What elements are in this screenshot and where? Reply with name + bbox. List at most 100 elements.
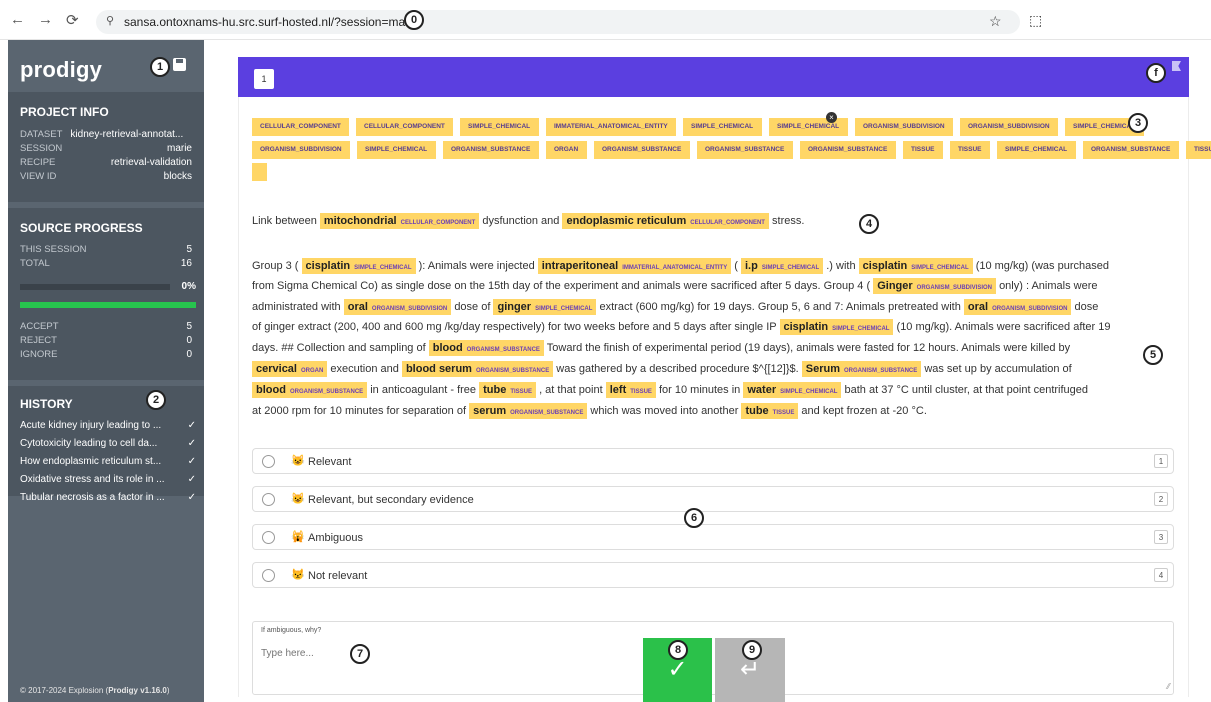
label-chip[interactable]: ORGANISM_SUBSTANCE (1083, 141, 1179, 159)
label-chip[interactable]: CELLULAR_COMPONENT (356, 118, 453, 136)
label-chip[interactable]: SIMPLE_CHEMICAL (460, 118, 539, 136)
resize-handle-icon[interactable]: ⁄⁄ (1167, 682, 1170, 691)
ambiguity-reason-box[interactable]: If ambiguous, why? ⁄⁄ (252, 621, 1174, 695)
entity-span: left TISSUE (605, 382, 656, 398)
shortcut-key: 2 (1154, 492, 1168, 506)
project-session-row: SESSION marie (20, 143, 192, 154)
project-info-title: PROJECT INFO (20, 105, 109, 119)
entity-span: oral ORGANISM_SUBDIVISION (963, 299, 1072, 315)
total-row: TOTAL 16 (20, 258, 192, 269)
choice-label: Relevant, but secondary evidence (308, 494, 474, 506)
annotation-card (238, 97, 1189, 697)
body-line: from Sigma Chemical Co) as single dose o… (252, 278, 1098, 294)
choice-ambiguous[interactable]: 🙀 Ambiguous 3 (252, 524, 1174, 550)
save-icon[interactable] (173, 58, 186, 71)
label-chip[interactable]: SIMPLE_CHEMICAL (357, 141, 436, 159)
url-text[interactable]: sansa.ontoxnams-hu.src.surf-hosted.nl/?s… (124, 15, 418, 29)
label-chip-empty[interactable] (252, 163, 267, 181)
marker-5: 5 (1143, 345, 1163, 365)
entity-span: endoplasmic reticulum CELLULAR_COMPONENT (562, 213, 769, 229)
marker-9: 9 (742, 640, 762, 660)
site-info-icon[interactable]: ⚲ (106, 14, 114, 27)
footer: © 2017-2024 Explosion (Prodigy v1.16.0) (20, 686, 170, 695)
label-chip[interactable]: ORGANISM_SUBDIVISION (960, 118, 1058, 136)
entity-span: cisplatin SIMPLE_CHEMICAL (779, 319, 894, 335)
return-icon: ↵ (739, 656, 761, 683)
marker-4: 4 (859, 214, 879, 234)
label-chip[interactable]: SIMPLE_CHEMICAL (683, 118, 762, 136)
radio-button[interactable] (262, 569, 275, 582)
forward-icon[interactable]: → (38, 11, 53, 28)
radio-button[interactable] (262, 531, 275, 544)
entity-span: Serum ORGANISM_SUBSTANCE (801, 361, 922, 377)
entity-span: cervical ORGAN (252, 361, 328, 377)
main-header (238, 57, 1189, 97)
close-icon[interactable]: × (826, 112, 837, 123)
history-item[interactable]: Acute kidney injury leading to ... ✓ (20, 420, 196, 431)
choice-relevant-secondary[interactable]: 😺 Relevant, but secondary evidence 2 (252, 486, 1174, 512)
source-progress-title: SOURCE PROGRESS (20, 221, 143, 235)
check-icon: ✓ (187, 492, 196, 503)
label-chip[interactable]: SIMPLE_CHEMICAL (769, 118, 848, 136)
label-chip[interactable]: IMMATERIAL_ANATOMICAL_ENTITY (546, 118, 676, 136)
accept-count-row: ACCEPT 5 (20, 321, 192, 332)
marker-3: 3 (1128, 113, 1148, 133)
history-item[interactable]: Oxidative stress and its role in ... ✓ (20, 474, 196, 485)
history-item[interactable]: How endoplasmic reticulum st... ✓ (20, 456, 196, 467)
label-chip[interactable]: ORGAN (546, 141, 587, 159)
label-chip[interactable]: ORGANISM_SUBSTANCE (697, 141, 793, 159)
sidebar: prodigy PROJECT INFO DATASET kidney-retri… (8, 40, 204, 702)
label-chip[interactable]: ORGANISM_SUBSTANCE (443, 141, 539, 159)
label-chip[interactable]: ORGANISM_SUBDIVISION (855, 118, 953, 136)
entity-span: i.p SIMPLE_CHEMICAL (741, 258, 824, 274)
label-chip[interactable]: TISSUE (950, 141, 990, 159)
entity-span: blood ORGANISM_SUBSTANCE (252, 382, 368, 398)
back-icon[interactable]: ← (10, 11, 25, 28)
body-line: days. ## Collection and sampling of bloo… (252, 340, 1071, 356)
label-chip[interactable]: ORGANISM_SUBSTANCE (800, 141, 896, 159)
check-icon: ✓ (187, 420, 196, 431)
marker-7: 7 (350, 644, 370, 664)
progress-percent: 0% (181, 281, 196, 292)
shortcut-key: 1 (1154, 454, 1168, 468)
label-chip[interactable]: ORGANISM_SUBSTANCE (594, 141, 690, 159)
body-line: administrated with oral ORGANISM_SUBDIVIS… (252, 299, 1099, 315)
label-chip[interactable]: SIMPLE_CHEMICAL (997, 141, 1076, 159)
marker-6: 6 (684, 508, 704, 528)
source-progress-section: SOURCE PROGRESS THIS SESSION 5 TOTAL 16 AC… (8, 208, 204, 380)
radio-button[interactable] (262, 493, 275, 506)
reload-icon[interactable]: ⟳ (66, 11, 79, 29)
label-chip[interactable]: CELLULAR_COMPONENT (252, 118, 349, 136)
project-viewid-row: VIEW ID blocks (20, 171, 192, 182)
extensions-icon[interactable]: ⬚ (1029, 12, 1042, 29)
ambiguity-reason-input[interactable] (261, 648, 561, 659)
entity-span: mitochondrial CELLULAR_COMPONENT (319, 213, 480, 229)
label-chip[interactable]: TISSUE (1186, 141, 1211, 159)
radio-button[interactable] (262, 455, 275, 468)
reject-count-row: REJECT 0 (20, 335, 192, 346)
choice-not-relevant[interactable]: 😾 Not relevant 4 (252, 562, 1174, 588)
project-dataset-row: DATASET kidney-retrieval-annotat... (20, 129, 184, 140)
choice-relevant[interactable]: 😺 Relevant 1 (252, 448, 1174, 474)
label-chip[interactable]: TISSUE (903, 141, 943, 159)
check-icon: ✓ (187, 456, 196, 467)
prodigy-logo: prodigy (20, 57, 103, 82)
choice-label: Ambiguous (308, 532, 364, 544)
cat-icon: 🙀 (291, 531, 305, 543)
marker-1: 1 (150, 57, 170, 77)
bookmark-star-icon[interactable]: ☆ (989, 13, 1002, 30)
choice-label: Not relevant (308, 570, 368, 582)
history-item[interactable]: Tubular necrosis as a factor in ... ✓ (20, 492, 196, 503)
entity-span: tube TISSUE (741, 403, 799, 419)
check-icon: ✓ (187, 438, 196, 449)
history-item[interactable]: Cytotoxicity leading to cell da... ✓ (20, 438, 196, 449)
label-chip[interactable]: ORGANISM_SUBDIVISION (252, 141, 350, 159)
entity-span: ginger SIMPLE_CHEMICAL (493, 299, 597, 315)
this-session-row: THIS SESSION 5 (20, 244, 192, 255)
entity-span: blood ORGANISM_SUBSTANCE (428, 340, 544, 356)
entity-span: water SIMPLE_CHEMICAL (743, 382, 842, 398)
marker-f: f (1146, 63, 1166, 83)
cat-icon: 😺 (291, 493, 305, 505)
cat-icon: 😺 (291, 455, 305, 467)
cat-icon: 😾 (291, 569, 305, 581)
